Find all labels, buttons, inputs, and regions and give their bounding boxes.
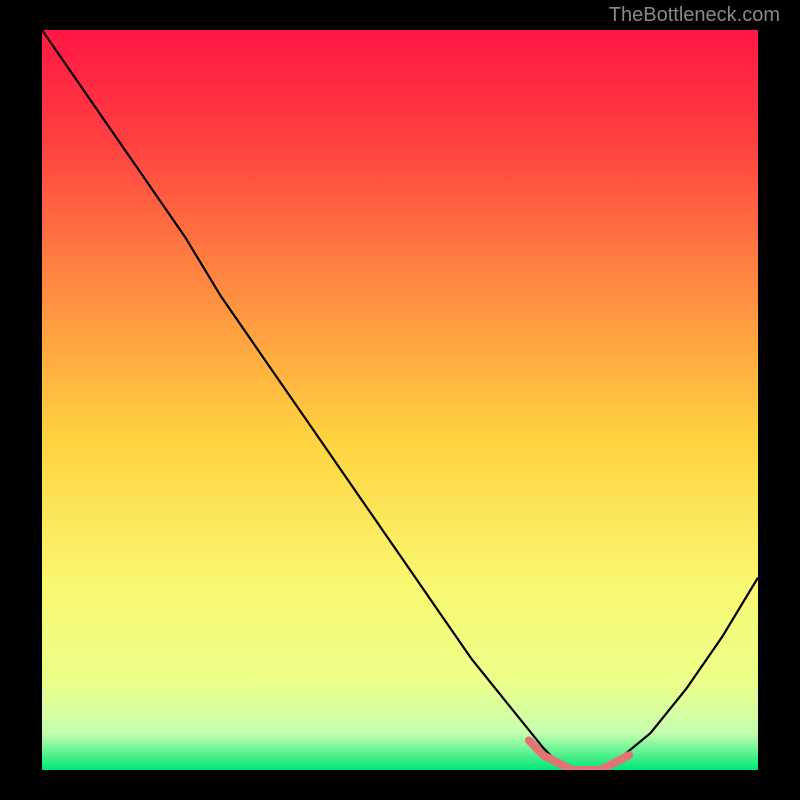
main-curve-line <box>42 30 758 770</box>
highlight-curve-line <box>529 740 629 770</box>
chart-curves <box>42 30 758 770</box>
watermark-text: TheBottleneck.com <box>609 4 780 27</box>
chart-plot-area <box>42 30 758 770</box>
